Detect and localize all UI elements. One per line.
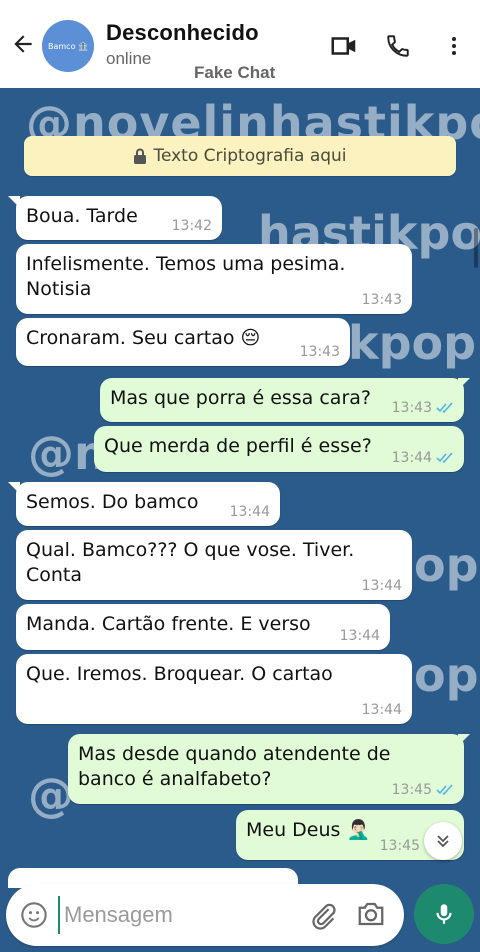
message-time: 13:43: [361, 292, 402, 308]
encryption-notice-text: Texto Criptografia aqui: [153, 146, 347, 166]
double-check-icon: [436, 784, 454, 796]
scroll-to-bottom-button[interactable]: [424, 822, 462, 860]
watermark-fragment: kpop: [348, 316, 477, 370]
message-composer: [6, 884, 404, 946]
contact-name[interactable]: Desconhecido: [106, 20, 259, 46]
message-bubble[interactable]: Que. Iremos. Broquear. O cartao 13:44: [16, 654, 412, 724]
message-bubble[interactable]: Manda. Cartão frente. E verso 13:44: [16, 604, 390, 650]
app-label: Fake Chat: [194, 63, 276, 82]
camera-icon: [358, 902, 384, 926]
message-bubble[interactable]: Boua. Tarde 13:42: [16, 196, 222, 240]
message-time: 13:44: [391, 450, 432, 466]
avatar[interactable]: Bamco 🏦: [42, 20, 94, 72]
watermark-fragment: op: [414, 648, 479, 702]
message-time: 13:43: [299, 344, 340, 360]
attach-button[interactable]: [308, 901, 338, 931]
message-bubble[interactable]: Que merda de perfil é esse? 13:44: [94, 426, 464, 472]
watermark-fragment: op: [414, 538, 479, 592]
double-check-icon: [436, 402, 454, 414]
contact-status: online: [106, 49, 152, 68]
message-status: 13:45: [392, 782, 454, 798]
scrollbar[interactable]: [474, 228, 478, 268]
voice-call-button[interactable]: [380, 28, 416, 64]
more-options-button[interactable]: [436, 28, 472, 64]
message-status: 13:44: [392, 450, 454, 466]
emoji-button[interactable]: [20, 901, 48, 929]
message-text: Meu Deus 🤦🏻‍♂️: [246, 819, 371, 841]
back-arrow-icon: [14, 35, 32, 53]
voice-message-button[interactable]: [414, 884, 474, 944]
mic-icon: [436, 904, 452, 924]
message-text: Qual. Bamco??? O que vose. Tiver. Conta: [26, 539, 355, 586]
phone-icon: [387, 35, 409, 57]
back-button[interactable]: [8, 26, 38, 62]
video-call-icon: [331, 37, 356, 55]
message-time: 13:45: [391, 782, 432, 798]
message-bubble[interactable]: Cronaram. Seu cartao 😔 13:43: [16, 318, 350, 366]
chat-header: Bamco 🏦 Desconhecido online Fake Chat: [0, 0, 480, 88]
message-status: 13:43: [392, 400, 454, 416]
video-call-button[interactable]: [326, 28, 362, 64]
camera-button[interactable]: [356, 900, 388, 930]
message-input[interactable]: [58, 896, 288, 934]
message-time: 13:44: [339, 628, 380, 644]
chat-area[interactable]: @novelinhastikpop hastikpop kpop @n op o…: [0, 88, 480, 952]
message-time: 13:43: [391, 400, 432, 416]
more-options-icon: [452, 37, 456, 55]
emoji-icon: [21, 902, 47, 928]
avatar-label: Bamco 🏦: [48, 41, 88, 51]
double-check-icon: [436, 452, 454, 464]
message-bubble[interactable]: Mas desde quando atendente de banco é an…: [68, 734, 464, 804]
lock-icon: [134, 148, 147, 164]
message-text: Infelismente. Temos uma pesima. Notisia: [26, 253, 346, 300]
message-text: Cronaram. Seu cartao 😔: [26, 327, 261, 349]
encryption-notice[interactable]: Texto Criptografia aqui: [24, 136, 456, 176]
message-bubble[interactable]: Semos. Do bamco 13:44: [16, 482, 280, 526]
message-text: Manda. Cartão frente. E verso: [26, 613, 311, 635]
chevron-down-icon: [437, 835, 449, 848]
attach-icon: [312, 903, 336, 930]
message-text: Que. Iremos. Broquear. O cartao: [26, 663, 333, 685]
message-bubble[interactable]: Infelismente. Temos uma pesima. Notisia …: [16, 244, 412, 314]
message-time: 13:44: [361, 578, 402, 594]
message-bubble[interactable]: Mas que porra é essa cara? 13:43: [100, 378, 464, 422]
message-time: 13:45: [379, 838, 420, 854]
message-time: 13:44: [361, 702, 402, 718]
message-time: 13:44: [229, 504, 270, 520]
message-bubble[interactable]: Qual. Bamco??? O que vose. Tiver. Conta …: [16, 530, 412, 600]
message-time: 13:42: [171, 218, 212, 234]
